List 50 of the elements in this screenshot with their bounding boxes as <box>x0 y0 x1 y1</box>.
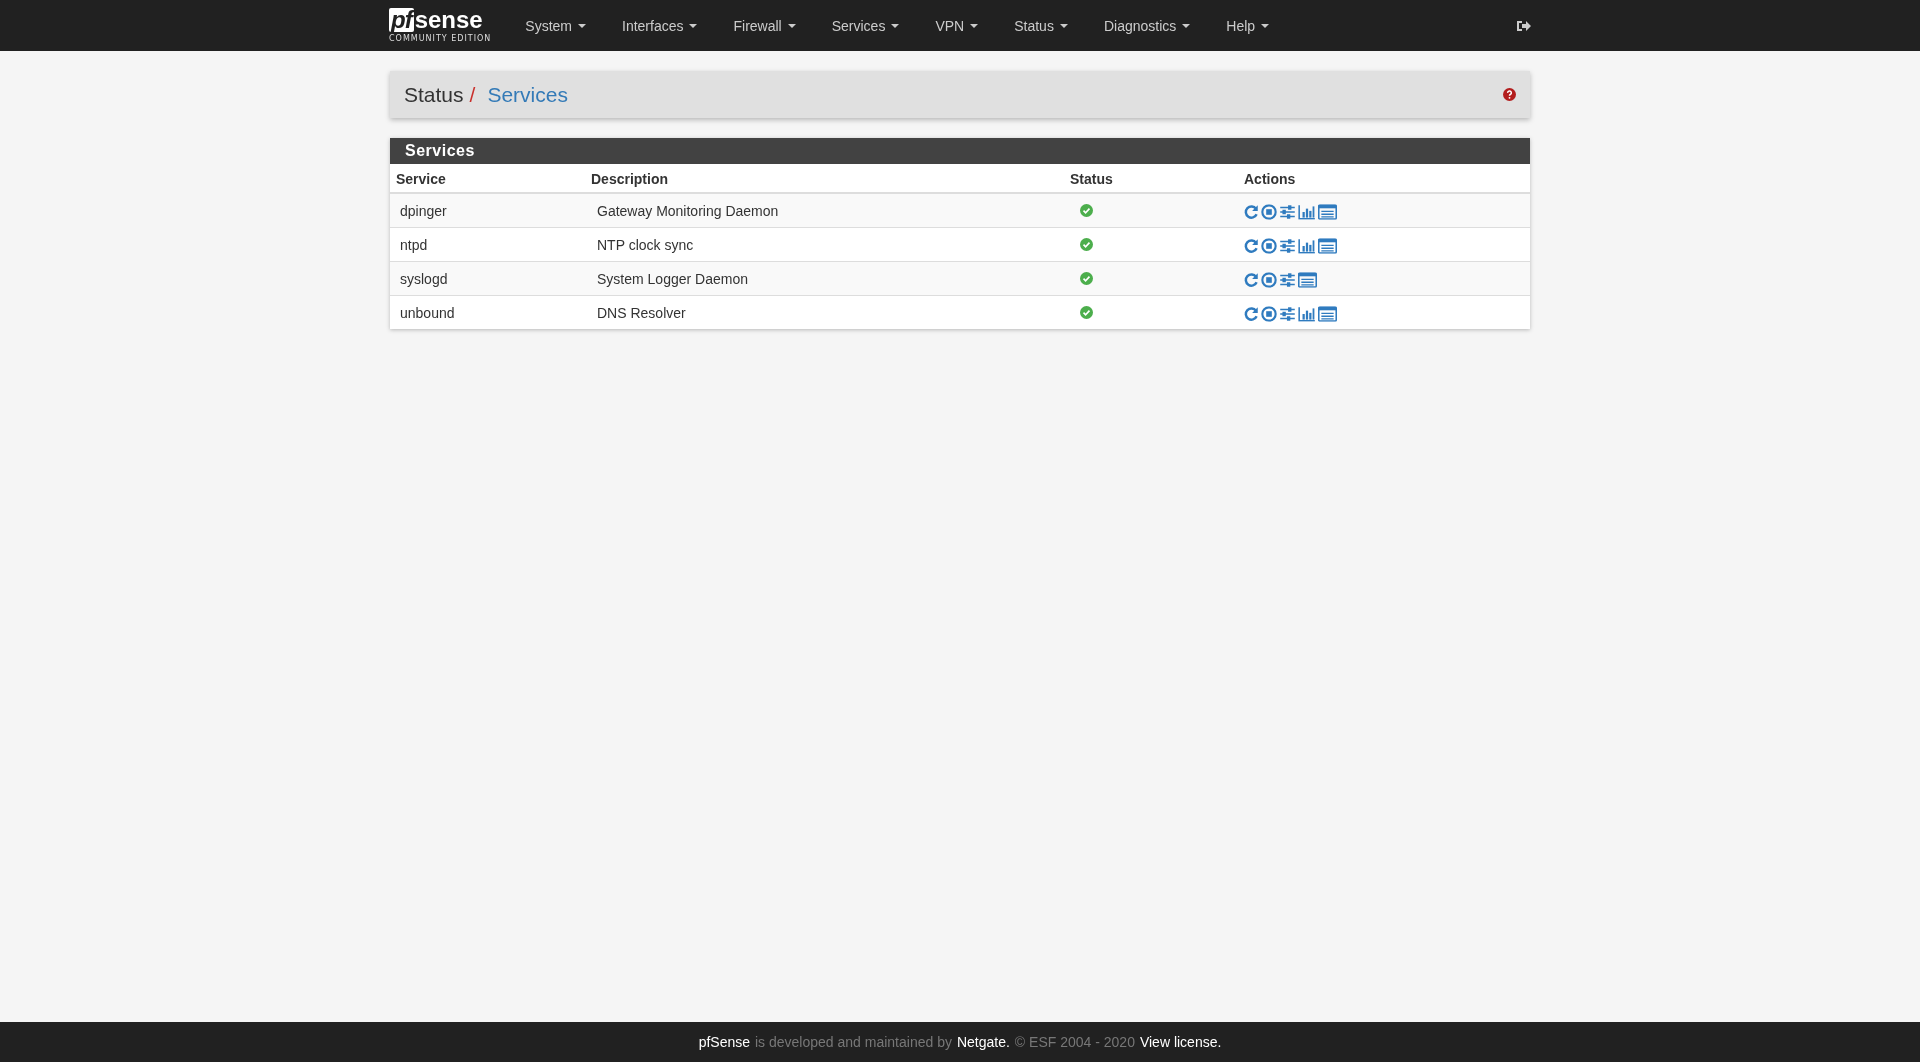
panel-title: Services <box>390 138 1530 164</box>
footer-link[interactable]: Netgate. <box>956 1034 1010 1050</box>
bar-chart-icon[interactable] <box>1298 305 1316 322</box>
stop-icon[interactable] <box>1261 203 1277 220</box>
sliders-icon[interactable] <box>1279 237 1296 254</box>
column-header: Actions <box>1244 171 1296 187</box>
stop-icon[interactable] <box>1261 271 1277 288</box>
menu-item[interactable]: VPN <box>917 17 997 34</box>
column-header: Status <box>1070 171 1113 187</box>
menu-item[interactable]: Status <box>996 17 1086 34</box>
menu-item[interactable]: Interfaces <box>604 17 716 34</box>
menu-item[interactable]: Help <box>1208 17 1288 34</box>
sliders-icon[interactable] <box>1279 203 1296 220</box>
restart-icon[interactable] <box>1243 305 1259 322</box>
list-icon[interactable] <box>1318 203 1337 220</box>
breadcrumb-parent: Status <box>404 82 464 107</box>
list-icon[interactable] <box>1318 237 1337 254</box>
logout-icon[interactable] <box>1517 19 1531 32</box>
table-cell: dpinger <box>400 202 447 219</box>
list-icon[interactable] <box>1318 305 1337 322</box>
menu-item[interactable]: System <box>507 17 604 34</box>
bar-chart-icon[interactable] <box>1298 237 1316 254</box>
table-cell: DNS Resolver <box>597 304 686 321</box>
table-cell: System Logger Daemon <box>597 270 748 287</box>
table-cell: ntpd <box>400 236 428 253</box>
column-header: Service <box>396 171 446 187</box>
breadcrumb-separator: / <box>469 82 476 107</box>
restart-icon[interactable] <box>1243 271 1259 288</box>
stop-icon[interactable] <box>1261 237 1277 254</box>
logo[interactable]: pfsense COMMUNITY EDITION <box>389 8 492 43</box>
footer-text: is developed and maintained by <box>755 1034 952 1050</box>
menu-item[interactable]: Firewall <box>715 17 814 34</box>
sliders-icon[interactable] <box>1279 271 1296 288</box>
footer-link[interactable]: View license. <box>1139 1034 1222 1050</box>
table-cell: NTP clock sync <box>597 236 694 253</box>
column-header: Description <box>591 171 668 187</box>
bar-chart-icon[interactable] <box>1298 203 1316 220</box>
menu-item[interactable]: Services <box>813 17 918 34</box>
table-cell: Gateway Monitoring Daemon <box>597 202 779 219</box>
sliders-icon[interactable] <box>1279 305 1296 322</box>
stop-icon[interactable] <box>1261 305 1277 322</box>
table-cell: unbound <box>400 304 455 321</box>
menu-item[interactable]: Diagnostics <box>1085 17 1209 34</box>
table-cell: syslogd <box>400 270 448 287</box>
restart-icon[interactable] <box>1243 203 1259 220</box>
restart-icon[interactable] <box>1243 237 1259 254</box>
help-icon[interactable] <box>1503 88 1516 101</box>
footer-text: © ESF 2004 - 2020 <box>1014 1034 1135 1050</box>
footer-text: pfSense <box>698 1034 750 1050</box>
list-icon[interactable] <box>1298 271 1317 288</box>
